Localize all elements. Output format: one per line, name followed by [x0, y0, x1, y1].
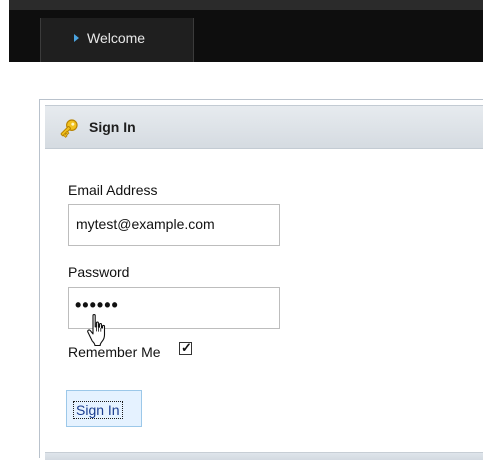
sign-in-panel-header: Sign In	[45, 105, 483, 149]
sign-in-panel-footer	[45, 452, 483, 460]
password-value: ••••••	[75, 295, 119, 315]
tab-welcome[interactable]: Welcome	[40, 18, 194, 62]
remember-me-label: Remember Me	[68, 344, 161, 360]
sign-in-panel: Sign In Email Address mytest@example.com…	[39, 99, 483, 460]
sign-in-title: Sign In	[89, 119, 136, 135]
tab-welcome-label: Welcome	[87, 30, 146, 46]
remember-me-checkbox[interactable]: ✓	[179, 340, 192, 355]
hand-pointer-icon	[87, 314, 106, 347]
top-navigation-edge	[9, 0, 483, 10]
triangle-right-icon	[74, 34, 79, 42]
email-address-input[interactable]: mytest@example.com	[68, 204, 280, 246]
key-icon	[60, 119, 78, 138]
sign-in-button[interactable]: Sign In	[66, 390, 142, 427]
email-address-label: Email Address	[68, 182, 158, 198]
checkmark-icon: ✓	[181, 340, 192, 355]
password-label: Password	[68, 264, 130, 280]
sign-in-button-label: Sign In	[73, 401, 123, 419]
email-address-value: mytest@example.com	[76, 216, 215, 232]
